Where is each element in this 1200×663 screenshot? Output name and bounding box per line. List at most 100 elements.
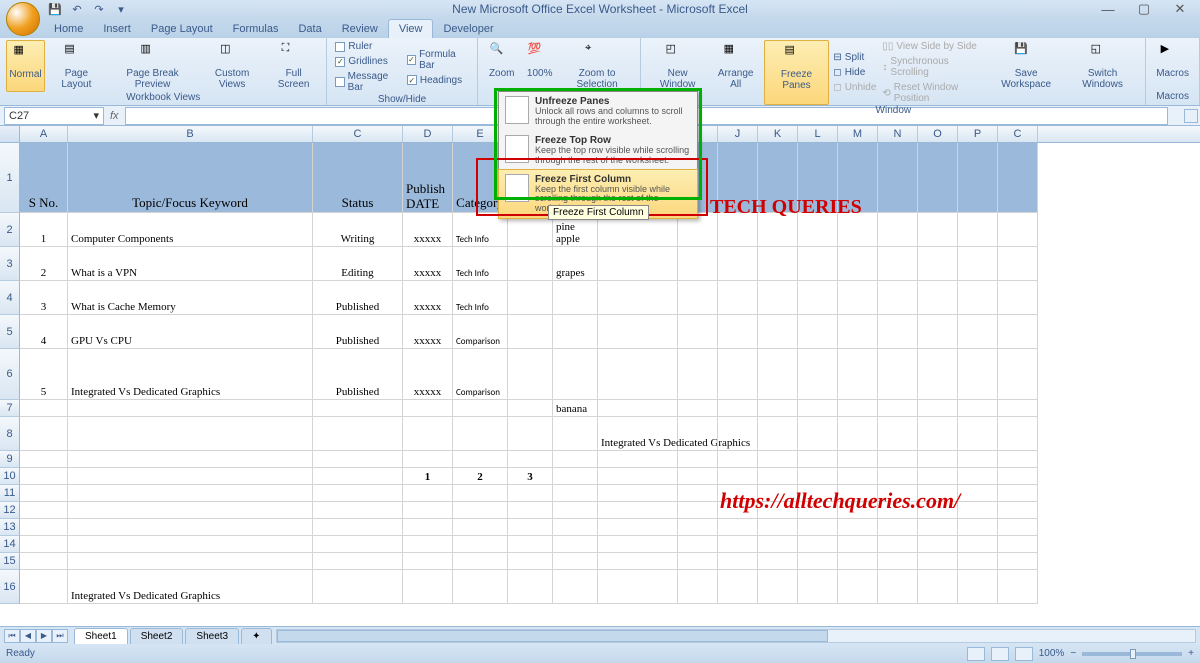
cell[interactable] xyxy=(798,519,838,536)
tab-formulas[interactable]: Formulas xyxy=(223,20,289,38)
page-layout-view-icon[interactable] xyxy=(991,647,1009,661)
cell[interactable] xyxy=(598,536,678,553)
cell[interactable] xyxy=(453,451,508,468)
cell[interactable]: What is a VPN xyxy=(68,247,313,281)
sheet-tab-1[interactable]: Sheet1 xyxy=(74,628,128,644)
cell[interactable] xyxy=(403,536,453,553)
cell[interactable] xyxy=(453,553,508,570)
zoom-level[interactable]: 100% xyxy=(1039,648,1065,659)
cell[interactable] xyxy=(678,247,718,281)
cell[interactable] xyxy=(718,247,758,281)
scroll-thumb[interactable] xyxy=(277,630,828,642)
col-header-p[interactable]: P xyxy=(958,126,998,142)
cell[interactable] xyxy=(998,553,1038,570)
cell[interactable] xyxy=(678,468,718,485)
cell[interactable] xyxy=(598,349,678,400)
cell[interactable] xyxy=(598,281,678,315)
cell[interactable]: S No. xyxy=(20,143,68,213)
row-header[interactable]: 11 xyxy=(0,485,20,502)
custom-views-button[interactable]: ◫Custom Views xyxy=(199,40,264,92)
cell[interactable] xyxy=(838,143,878,213)
cell[interactable]: Status xyxy=(313,143,403,213)
cell[interactable] xyxy=(798,485,838,502)
cell[interactable] xyxy=(403,553,453,570)
zoom-100-button[interactable]: 💯100% xyxy=(522,40,558,92)
cell[interactable] xyxy=(798,417,838,451)
cell[interactable] xyxy=(878,315,918,349)
hide-button[interactable]: ◻ Hide xyxy=(831,66,878,79)
cell[interactable] xyxy=(958,451,998,468)
cell[interactable] xyxy=(798,502,838,519)
cell[interactable] xyxy=(758,315,798,349)
cell[interactable] xyxy=(958,349,998,400)
save-workspace-button[interactable]: 💾Save Workspace xyxy=(988,40,1064,105)
zoom-thumb[interactable] xyxy=(1130,649,1136,659)
cell[interactable] xyxy=(553,553,598,570)
col-header-m[interactable]: M xyxy=(838,126,878,142)
cell[interactable] xyxy=(758,553,798,570)
row-header[interactable]: 16 xyxy=(0,570,20,604)
cell[interactable] xyxy=(453,519,508,536)
cell[interactable]: 3 xyxy=(20,281,68,315)
cell[interactable] xyxy=(798,143,838,213)
first-sheet-button[interactable]: ⏮ xyxy=(4,629,20,643)
cell[interactable] xyxy=(758,519,798,536)
cell[interactable] xyxy=(838,349,878,400)
cell[interactable] xyxy=(678,315,718,349)
row-header[interactable]: 3 xyxy=(0,247,20,281)
cell[interactable] xyxy=(553,570,598,604)
cell[interactable] xyxy=(998,570,1038,604)
ruler-check[interactable]: Ruler xyxy=(333,40,402,53)
cell[interactable] xyxy=(758,400,798,417)
cell[interactable] xyxy=(798,315,838,349)
cell[interactable]: Comparison xyxy=(453,315,508,349)
fx-icon[interactable]: fx xyxy=(110,110,119,122)
split-button[interactable]: ⊟ Split xyxy=(831,51,878,64)
cell[interactable] xyxy=(20,400,68,417)
cell[interactable] xyxy=(878,468,918,485)
cell[interactable] xyxy=(553,536,598,553)
cell[interactable] xyxy=(758,502,798,519)
cell[interactable] xyxy=(958,553,998,570)
redo-icon[interactable]: ↷ xyxy=(90,1,108,17)
cell[interactable] xyxy=(758,485,798,502)
cell[interactable] xyxy=(798,213,838,247)
zoom-selection-button[interactable]: ⌖Zoom to Selection xyxy=(560,40,635,92)
cell[interactable] xyxy=(838,417,878,451)
cell[interactable] xyxy=(918,213,958,247)
row-header[interactable]: 5 xyxy=(0,315,20,349)
cell[interactable] xyxy=(758,213,798,247)
cell[interactable] xyxy=(553,468,598,485)
cell[interactable] xyxy=(878,485,918,502)
cell[interactable] xyxy=(718,400,758,417)
cell[interactable] xyxy=(958,315,998,349)
col-header-l[interactable]: L xyxy=(798,126,838,142)
cell[interactable] xyxy=(998,349,1038,400)
cell[interactable] xyxy=(453,570,508,604)
formula-expand-button[interactable] xyxy=(1184,109,1198,123)
cell[interactable] xyxy=(878,451,918,468)
zoom-out-button[interactable]: − xyxy=(1070,648,1076,659)
cell[interactable] xyxy=(998,536,1038,553)
cell[interactable] xyxy=(878,553,918,570)
cell[interactable] xyxy=(798,400,838,417)
cell[interactable] xyxy=(958,570,998,604)
cell[interactable] xyxy=(508,570,553,604)
cell[interactable] xyxy=(918,519,958,536)
cell[interactable] xyxy=(598,400,678,417)
cell[interactable] xyxy=(20,519,68,536)
cell[interactable] xyxy=(838,281,878,315)
row-header[interactable]: 13 xyxy=(0,519,20,536)
cell[interactable] xyxy=(678,451,718,468)
select-all-corner[interactable] xyxy=(0,126,20,142)
cell[interactable] xyxy=(918,468,958,485)
cell[interactable] xyxy=(678,349,718,400)
col-header-k[interactable]: K xyxy=(758,126,798,142)
cell[interactable] xyxy=(453,417,508,451)
cell[interactable] xyxy=(758,247,798,281)
cell[interactable] xyxy=(20,451,68,468)
cell[interactable] xyxy=(918,570,958,604)
cell[interactable] xyxy=(508,281,553,315)
sheet-tab-2[interactable]: Sheet2 xyxy=(130,628,184,644)
cell[interactable] xyxy=(958,519,998,536)
